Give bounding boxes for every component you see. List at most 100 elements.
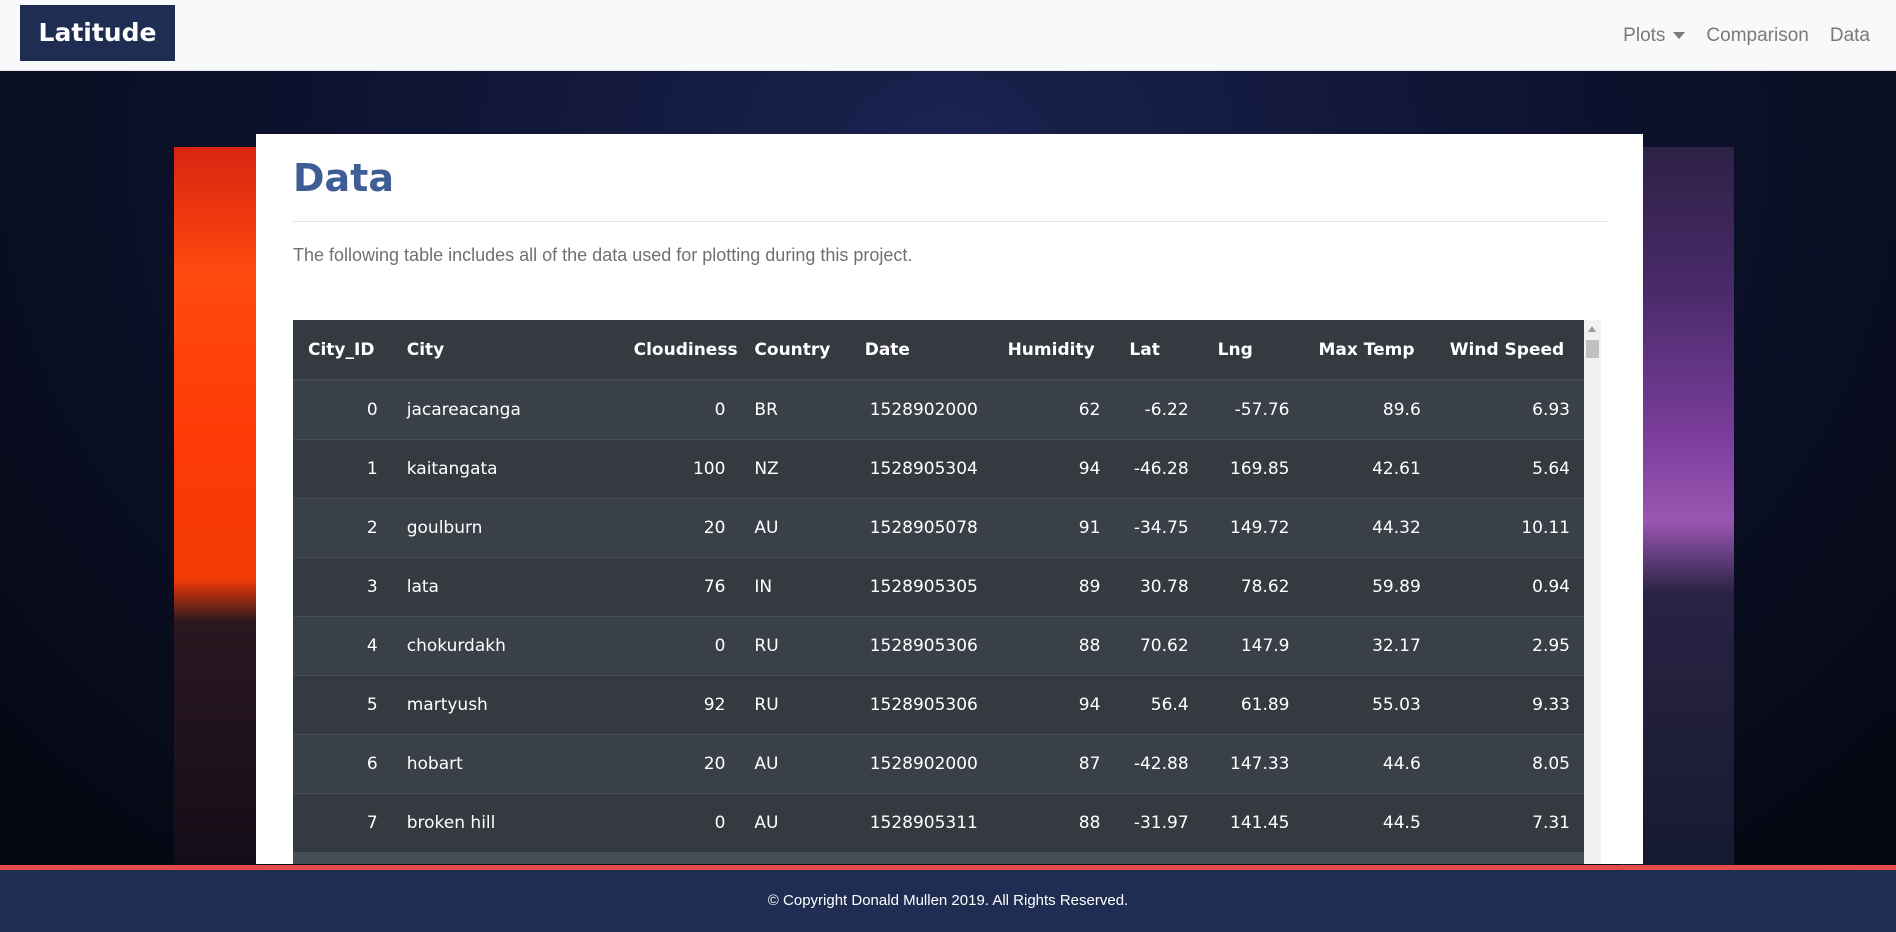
copyright-text: © Copyright Donald Mullen 2019. All Righ… (767, 892, 1129, 909)
table-cell: 92 (618, 675, 740, 735)
table-cell: 6 (293, 734, 392, 794)
table-cell: 0 (293, 379, 392, 440)
table-cell: 20 (618, 734, 740, 794)
table-cell: -34.75 (1114, 498, 1203, 558)
table-cell: 6.93 (1434, 379, 1584, 440)
table-row: 4 chokurdakh 0 RU 1528905306 88 70.62 147.9 32.1… (293, 616, 1584, 676)
table-cell: 55.03 (1303, 675, 1435, 735)
brand-logo[interactable]: Latitude (20, 5, 175, 61)
table-cell: 149.72 (1202, 498, 1304, 558)
table-cell: AU (739, 734, 850, 794)
table-cell: 0 (618, 379, 740, 440)
table-cell: 7.31 (1434, 793, 1584, 852)
nav-plots-label: Plots (1623, 24, 1666, 46)
footer: © Copyright Donald Mullen 2019. All Righ… (0, 865, 1896, 932)
table-cell: broken hill (391, 793, 619, 852)
table-cell: 0.94 (1434, 557, 1584, 617)
column-header[interactable]: Humidity (992, 320, 1115, 381)
table-row: 0 jacareacanga 0 BR 1528902000 62 -6.22 -57.76 8… (293, 379, 1584, 440)
nav-comparison[interactable]: Comparison (1706, 25, 1808, 47)
table-cell: 70.62 (1114, 616, 1203, 676)
table-scrollbar[interactable] (1584, 320, 1601, 864)
page-title: Data (293, 156, 394, 200)
column-header[interactable]: City_ID (293, 320, 392, 381)
table-cell: 2.95 (1434, 616, 1584, 676)
table-cell: 88 (992, 793, 1115, 852)
table-cell: 62 (992, 379, 1115, 440)
table-cell: 1528905305 (849, 557, 993, 617)
table-row: 3 lata 76 IN 1528905305 89 30.78 78.62 59.89 0.94 (293, 557, 1584, 617)
table-cell: 7 (293, 793, 392, 852)
nav-plots-dropdown[interactable]: Plots (1623, 24, 1686, 47)
table-cell: 4 (293, 616, 392, 676)
table-cell: 169.85 (1202, 439, 1304, 499)
table-row: 1 kaitangata 100 NZ 1528905304 94 -46.28 169.85… (293, 439, 1584, 499)
table-cell: -31.97 (1114, 793, 1203, 852)
table-cell: jacareacanga (391, 379, 619, 440)
title-divider (293, 221, 1607, 222)
table-row: 5 martyush 92 RU 1528905306 94 56.4 61.89 55.03 9… (293, 675, 1584, 735)
sunset-photo-left (174, 147, 264, 865)
column-header[interactable]: City (391, 320, 619, 381)
table-cell: 89 (992, 557, 1115, 617)
table-header-row: City_ID City Cloudiness Country Date Humidity… (293, 320, 1584, 381)
scrollbar-thumb[interactable] (1586, 340, 1599, 358)
table-cell: 2 (293, 498, 392, 558)
table-cell: chokurdakh (391, 616, 619, 676)
hero-background: Data The following table includes all of… (0, 71, 1896, 865)
column-header[interactable]: Lat (1114, 320, 1203, 381)
table-cell: 61.89 (1202, 675, 1304, 735)
column-header[interactable]: Wind Speed (1434, 320, 1584, 381)
table-cell: 1528902000 (849, 379, 993, 440)
table-cell: 1528905304 (849, 439, 993, 499)
table-row: 2 goulburn 20 AU 1528905078 91 -34.75 149.72 44.… (293, 498, 1584, 558)
table-cell: 56.4 (1114, 675, 1203, 735)
data-table-container[interactable]: City_ID City Cloudiness Country Date Humidity… (293, 320, 1584, 864)
table-cell: 141.45 (1202, 793, 1304, 852)
table-cell: 30.78 (1114, 557, 1203, 617)
table-cell: 76 (618, 557, 740, 617)
table-cell: 1528905306 (849, 616, 993, 676)
column-header[interactable]: Date (849, 320, 993, 381)
table-cell: 1 (293, 439, 392, 499)
table-cell: 1528905311 (849, 793, 993, 852)
table-cell: 100 (618, 439, 740, 499)
column-header[interactable]: Max Temp (1303, 320, 1435, 381)
table-cell: IN (739, 557, 850, 617)
table-cell: 42.61 (1303, 439, 1435, 499)
table-cell: 44.32 (1303, 498, 1435, 558)
table-cell: AU (739, 498, 850, 558)
table-cell: -46.28 (1114, 439, 1203, 499)
table-cell: 5.64 (1434, 439, 1584, 499)
arrow-up-icon[interactable] (1588, 326, 1596, 332)
table-cell: 91 (992, 498, 1115, 558)
table-cell: -6.22 (1114, 379, 1203, 440)
table-cell: martyush (391, 675, 619, 735)
table-cell: 20 (618, 498, 740, 558)
table-cell: 0 (618, 793, 740, 852)
table-body: 0 jacareacanga 0 BR 1528902000 62 -6.22 -57.76 8… (293, 379, 1584, 852)
nav-data[interactable]: Data (1830, 25, 1870, 47)
column-header[interactable]: Country (739, 320, 850, 381)
content-card: Data The following table includes all of… (256, 134, 1643, 864)
table-cell: 94 (992, 675, 1115, 735)
chevron-down-icon (1673, 32, 1686, 39)
intro-text: The following table includes all of the … (293, 245, 913, 265)
table-cell: 9.33 (1434, 675, 1584, 735)
column-header[interactable]: Cloudiness (618, 320, 740, 381)
table-cell: 88 (992, 616, 1115, 676)
navbar: Latitude Plots Comparison Data (0, 0, 1896, 71)
table-row: 7 broken hill 0 AU 1528905311 88 -31.97 141.45 4… (293, 793, 1584, 852)
table-cell: 10.11 (1434, 498, 1584, 558)
table-cell: 44.6 (1303, 734, 1435, 794)
table-cell: hobart (391, 734, 619, 794)
table-cell: 5 (293, 675, 392, 735)
table-row: 6 hobart 20 AU 1528902000 87 -42.88 147.33 44.6 8… (293, 734, 1584, 794)
table-cell: 89.6 (1303, 379, 1435, 440)
table-cell: kaitangata (391, 439, 619, 499)
table-cell: BR (739, 379, 850, 440)
column-header[interactable]: Lng (1202, 320, 1304, 381)
table-cell: 32.17 (1303, 616, 1435, 676)
table-cell: goulburn (391, 498, 619, 558)
table-cell: 1528902000 (849, 734, 993, 794)
